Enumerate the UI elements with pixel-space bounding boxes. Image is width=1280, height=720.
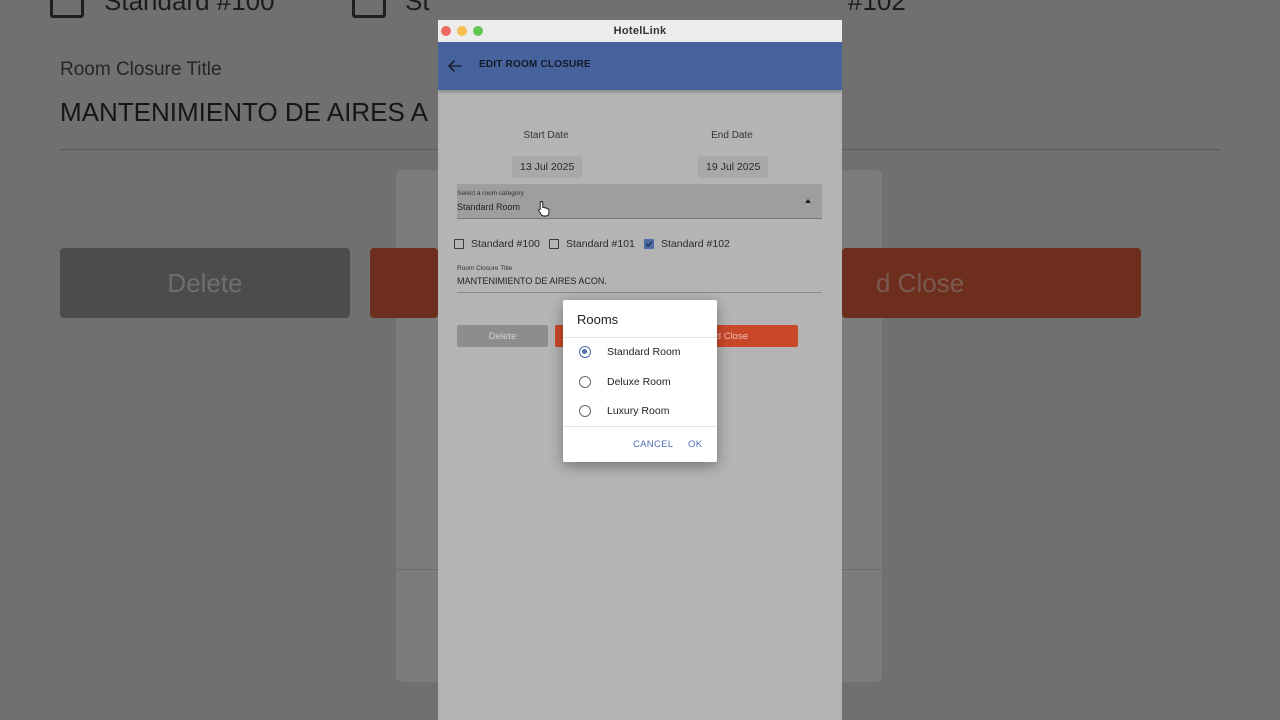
window-minimize-button[interactable] — [457, 26, 467, 36]
bg-closure-title-label: Room Closure Title — [60, 59, 222, 80]
start-date-button[interactable]: 13 Jul 2025 — [512, 156, 583, 178]
dialog-divider-bottom — [563, 426, 717, 427]
rooms-dialog: Rooms Standard Room Deluxe Room Luxury R… — [563, 300, 717, 462]
end-date-label: End Date — [711, 130, 753, 141]
closure-title-underline — [457, 292, 822, 293]
checkbox-unchecked-icon — [549, 239, 559, 249]
bg-dialog-line-bottom-right — [842, 569, 882, 570]
radio-option-label: Standard Room — [607, 346, 681, 358]
bg-closure-line-right — [842, 149, 1220, 150]
checkmark-icon — [645, 241, 653, 247]
bg-closure-line — [60, 149, 438, 150]
room-category-label: Select a room category — [457, 190, 524, 197]
window-maximize-button[interactable] — [473, 26, 483, 36]
bg-checkbox-100 — [50, 0, 84, 18]
window-close-button[interactable] — [441, 26, 451, 36]
window-title: HotelLink — [613, 25, 667, 37]
closure-title-input[interactable]: MANTENIMIENTO DE AIRES ACON. — [457, 276, 607, 286]
arrow-left-icon[interactable] — [445, 56, 465, 76]
radio-option-label: Deluxe Room — [607, 376, 671, 388]
room-checkbox-label: Standard #102 — [661, 238, 730, 250]
radio-selected-icon — [579, 346, 591, 358]
dialog-divider-top — [563, 337, 717, 338]
checkbox-unchecked-icon — [454, 239, 464, 249]
radio-option-luxury-room[interactable]: Luxury Room — [579, 405, 669, 417]
window-titlebar: HotelLink — [438, 20, 842, 42]
bg-delete-button: Delete — [60, 248, 350, 318]
room-category-select[interactable]: Select a room category Standard Room — [457, 184, 822, 219]
start-date-label: Start Date — [523, 130, 569, 141]
triangle-up-icon — [805, 199, 811, 203]
bg-checkbox-102-label: #102 — [848, 0, 906, 16]
ok-button[interactable]: OK — [688, 439, 702, 450]
cancel-button[interactable]: CANCEL — [633, 439, 673, 450]
room-checkbox-label: Standard #101 — [566, 238, 635, 250]
radio-unselected-icon — [579, 376, 591, 388]
closure-title-label: Room Closure Title — [457, 265, 513, 272]
room-checkbox-102[interactable]: Standard #102 — [644, 238, 730, 250]
delete-button[interactable]: Delete — [457, 325, 548, 347]
bg-checkbox-101 — [352, 0, 386, 18]
bg-checkbox-100-label: Standard #100 — [104, 0, 275, 16]
radio-option-standard-room[interactable]: Standard Room — [579, 346, 681, 358]
room-checkbox-100[interactable]: Standard #100 — [454, 238, 540, 250]
bg-save-button-left — [370, 248, 438, 318]
checkbox-checked-icon — [644, 239, 654, 249]
end-date-button[interactable]: 19 Jul 2025 — [698, 156, 769, 178]
room-checkbox-label: Standard #100 — [471, 238, 540, 250]
bg-checkbox-101-label: St — [405, 0, 430, 16]
bg-closure-title-value: MANTENIMIENTO DE AIRES A — [60, 97, 428, 127]
hand-pointer-icon — [538, 201, 550, 217]
radio-option-label: Luxury Room — [607, 405, 670, 417]
app-bar: EDIT ROOM CLOSURE — [438, 42, 842, 90]
room-category-value: Standard Room — [457, 202, 521, 212]
radio-unselected-icon — [579, 405, 591, 417]
room-checkbox-101[interactable]: Standard #101 — [549, 238, 635, 250]
page-title: EDIT ROOM CLOSURE — [479, 59, 591, 70]
radio-option-deluxe-room[interactable]: Deluxe Room — [579, 376, 671, 388]
dialog-title: Rooms — [577, 312, 619, 327]
bg-save-button-right: d Close — [842, 248, 1141, 318]
bg-dialog-line-bottom — [396, 569, 438, 570]
